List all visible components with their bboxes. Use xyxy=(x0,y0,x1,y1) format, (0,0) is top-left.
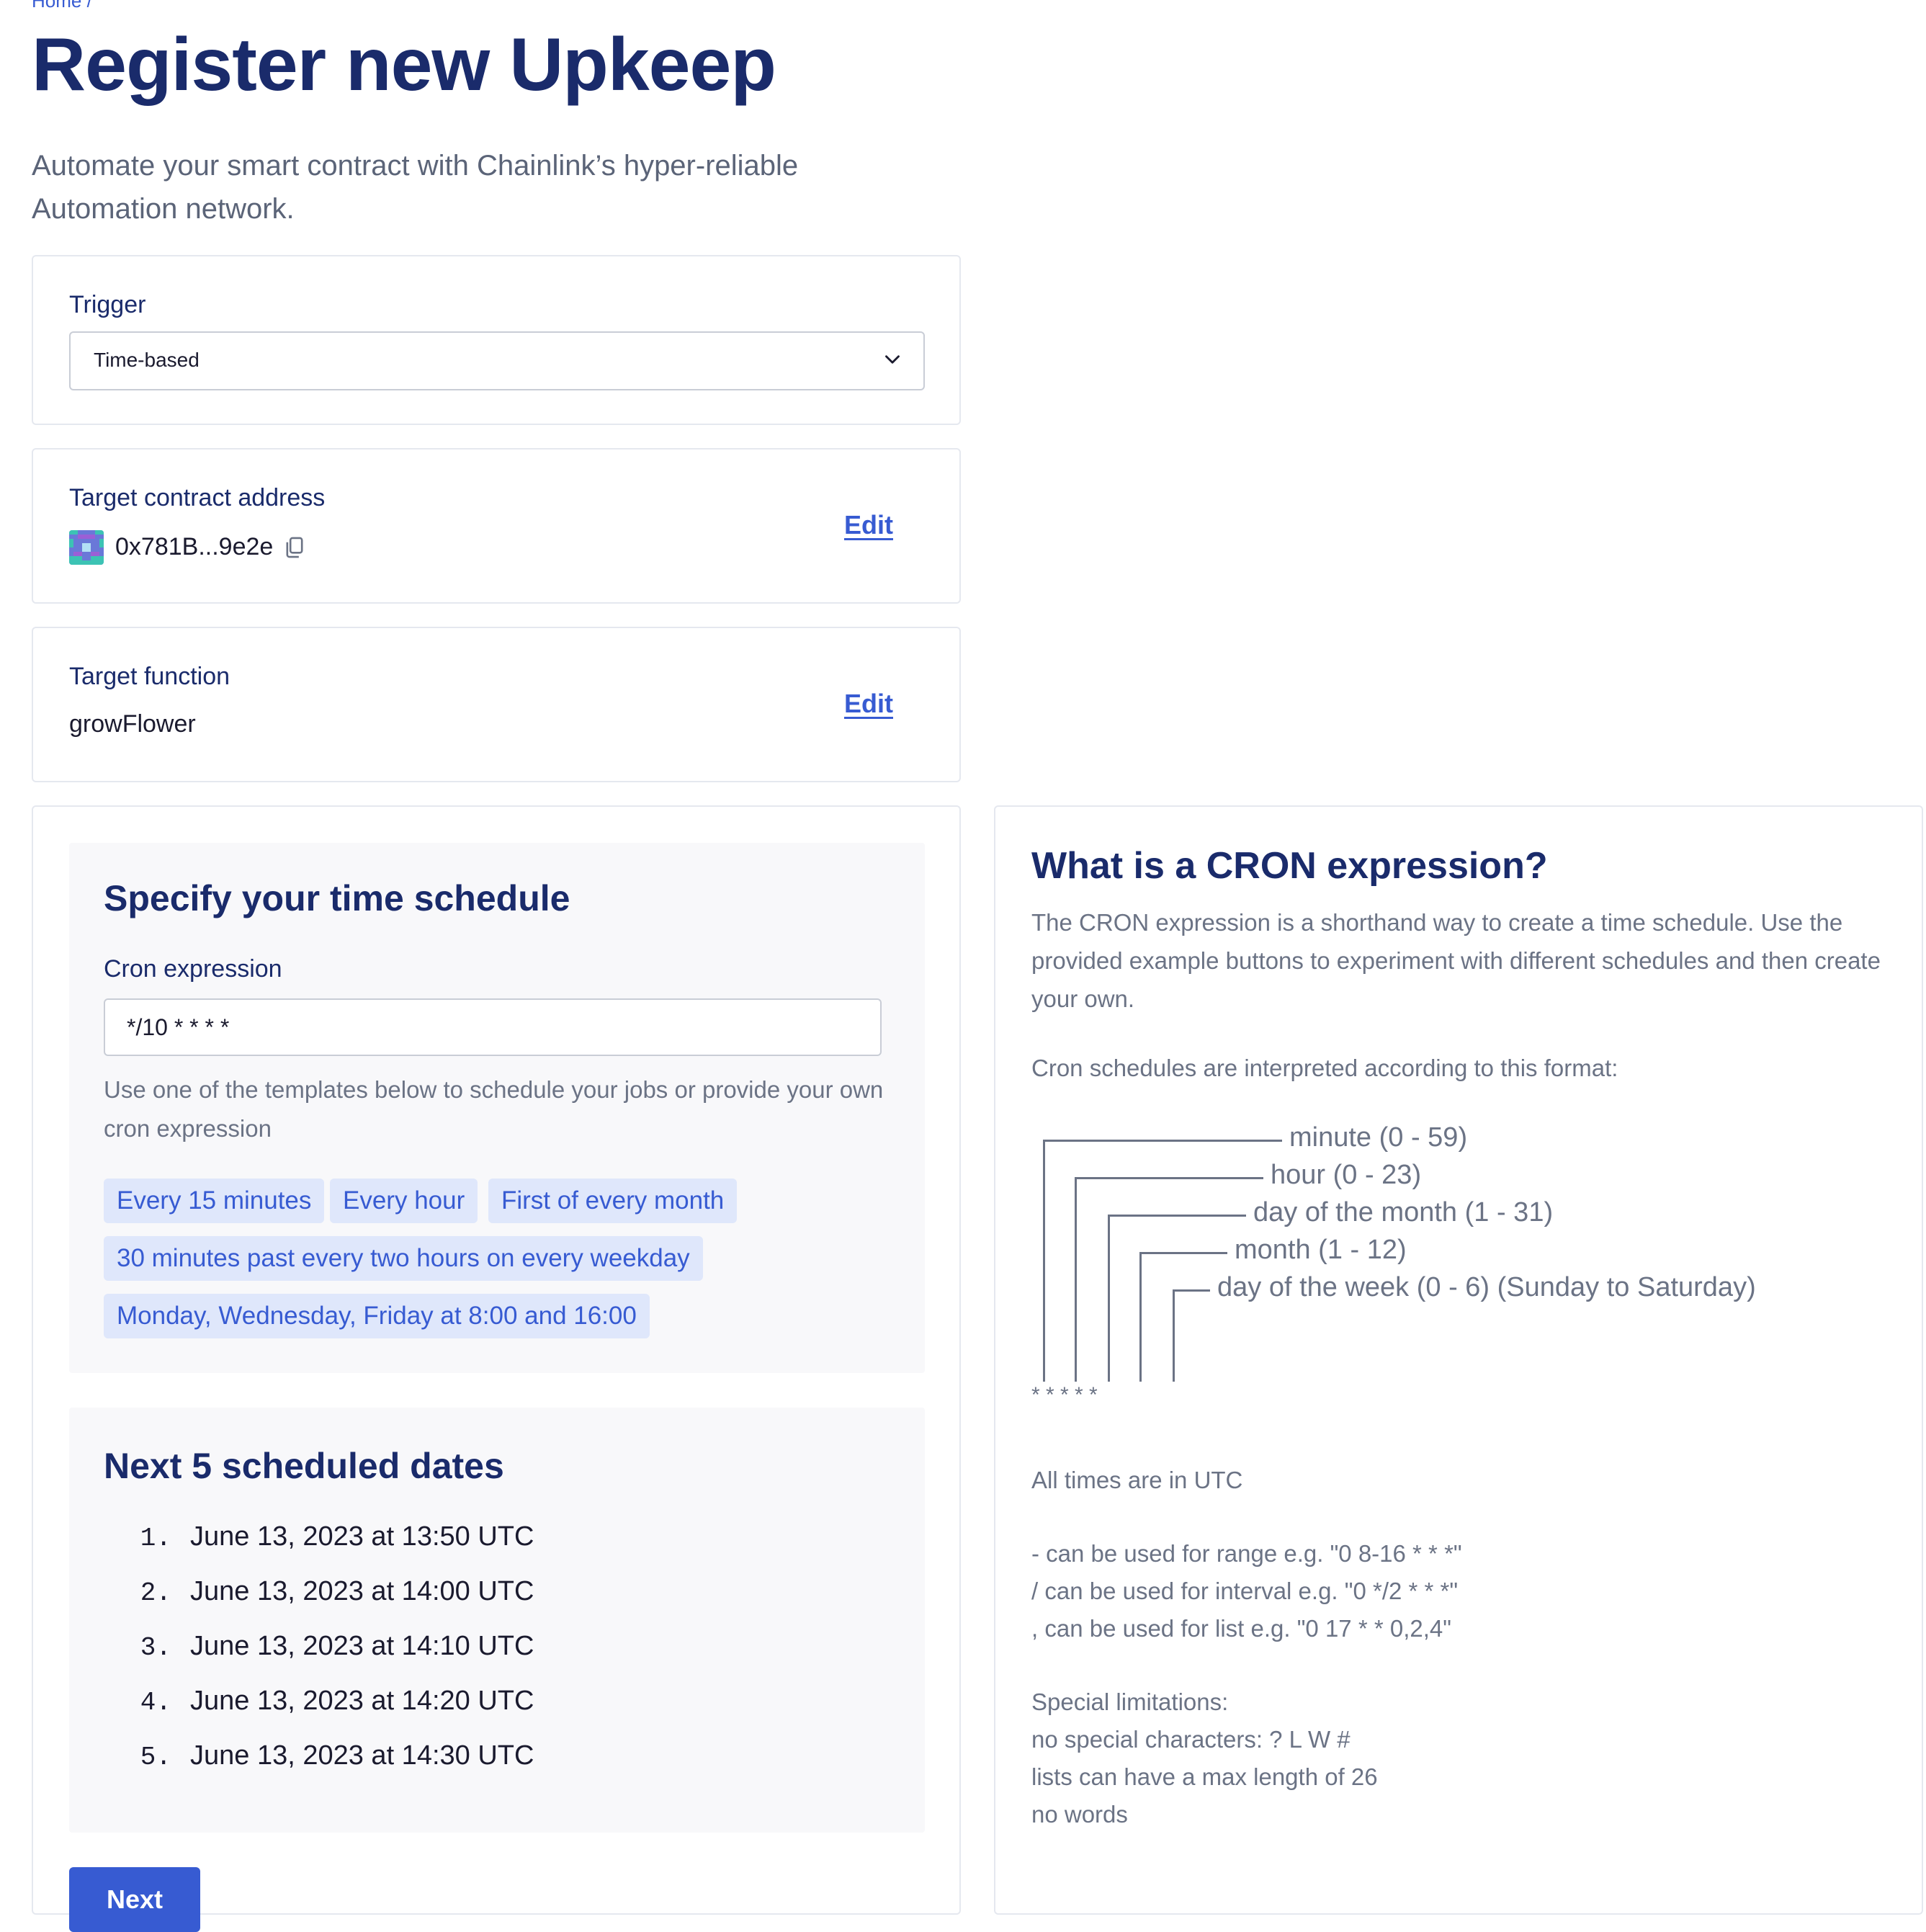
trigger-select-value: Time-based xyxy=(94,349,200,371)
target-function-value: growFlower xyxy=(69,710,196,738)
cron-field-day-of-month: day of the month (1 - 31) xyxy=(1253,1197,1554,1227)
template-first-of-every-month[interactable]: First of every month xyxy=(488,1179,738,1223)
cron-expression-label: Cron expression xyxy=(104,955,282,983)
limitation-item: no special characters: ? L W # xyxy=(1031,1726,1351,1753)
template-every-hour[interactable]: Every hour xyxy=(330,1179,478,1223)
cron-info-intro: The CRON expression is a shorthand way t… xyxy=(1031,909,1881,1012)
cron-info-title: What is a CRON expression? xyxy=(1031,845,1548,887)
cron-format-intro: Cron schedules are interpreted according… xyxy=(1031,1055,1618,1081)
limitations-title: Special limitations: xyxy=(1031,1689,1229,1715)
limitation-item: no words xyxy=(1031,1801,1128,1828)
cron-format-diagram: minute (0 - 59) hour (0 - 23) day of the… xyxy=(1031,1109,1824,1426)
time-schedule-panel: Specify your time schedule Cron expressi… xyxy=(69,843,925,1373)
schedule-card: Specify your time schedule Cron expressi… xyxy=(32,805,961,1932)
limitation-item: lists can have a max length of 26 xyxy=(1031,1763,1378,1790)
chevron-down-icon xyxy=(885,355,900,364)
list-item: 2. June 13, 2023 at 14:00 UTC xyxy=(140,1576,534,1608)
breadcrumb[interactable]: Home / xyxy=(32,0,92,12)
template-mon-wed-fri[interactable]: Monday, Wednesday, Friday at 8:00 and 16… xyxy=(104,1294,650,1338)
next-dates-list: 1. June 13, 2023 at 13:50 UTC 2. June 13, … xyxy=(104,1521,534,1795)
next-dates-title: Next 5 scheduled dates xyxy=(104,1446,504,1486)
template-every-15-minutes[interactable]: Every 15 minutes xyxy=(104,1179,325,1223)
next-button[interactable]: Next xyxy=(69,1867,200,1932)
utc-note: All times are in UTC xyxy=(1031,1467,1243,1493)
trigger-card: Trigger Time-based xyxy=(32,255,961,425)
time-schedule-title: Specify your time schedule xyxy=(104,878,570,918)
cron-info-card: What is a CRON expression? The CRON expr… xyxy=(994,805,1923,1915)
range-note: - can be used for range e.g. "0 8-16 * *… xyxy=(1031,1540,1462,1567)
next-dates-panel: Next 5 scheduled dates 1. June 13, 2023 a… xyxy=(69,1408,925,1833)
target-function-label: Target function xyxy=(69,663,230,690)
copy-icon[interactable] xyxy=(284,536,305,559)
interval-note: / can be used for interval e.g. "0 */2 *… xyxy=(1031,1578,1459,1604)
template-30-min-past-every-two-hours[interactable]: 30 minutes past every two hours on every… xyxy=(104,1236,703,1281)
target-contract-card: Target contract address 0x781B...9e2e Ed… xyxy=(32,448,961,604)
cron-field-hour: hour (0 - 23) xyxy=(1271,1160,1422,1190)
list-item: 1. June 13, 2023 at 13:50 UTC xyxy=(140,1521,534,1553)
address-avatar xyxy=(69,530,104,565)
cron-helper-text: Use one of the templates below to schedu… xyxy=(104,1076,884,1142)
list-item: 4. June 13, 2023 at 14:20 UTC xyxy=(140,1686,534,1717)
list-item: 5. June 13, 2023 at 14:30 UTC xyxy=(140,1740,534,1772)
cron-expression-input[interactable] xyxy=(104,998,882,1056)
contract-address: 0x781B...9e2e xyxy=(115,533,274,560)
trigger-select[interactable]: Time-based xyxy=(69,331,925,390)
target-contract-label: Target contract address xyxy=(69,484,326,511)
cron-field-day-of-week: day of the week (0 - 6) (Sunday to Satur… xyxy=(1217,1272,1756,1302)
list-item: 3. June 13, 2023 at 14:10 UTC xyxy=(140,1631,534,1663)
list-note: , can be used for list e.g. "0 17 * * 0,… xyxy=(1031,1615,1451,1642)
target-function-card: Target function growFlower Edit xyxy=(32,627,961,782)
cron-field-month: month (1 - 12) xyxy=(1235,1235,1407,1265)
page-subtitle: Automate your smart contract with Chainl… xyxy=(32,150,799,225)
identicon-icon xyxy=(69,530,104,565)
trigger-label: Trigger xyxy=(69,291,146,318)
edit-function-link[interactable]: Edit xyxy=(844,689,893,719)
page-title: Register new Upkeep xyxy=(32,23,776,107)
cron-stars: * * * * * xyxy=(1031,1383,1098,1407)
cron-field-minute: minute (0 - 59) xyxy=(1289,1122,1468,1153)
edit-contract-link[interactable]: Edit xyxy=(844,510,893,540)
